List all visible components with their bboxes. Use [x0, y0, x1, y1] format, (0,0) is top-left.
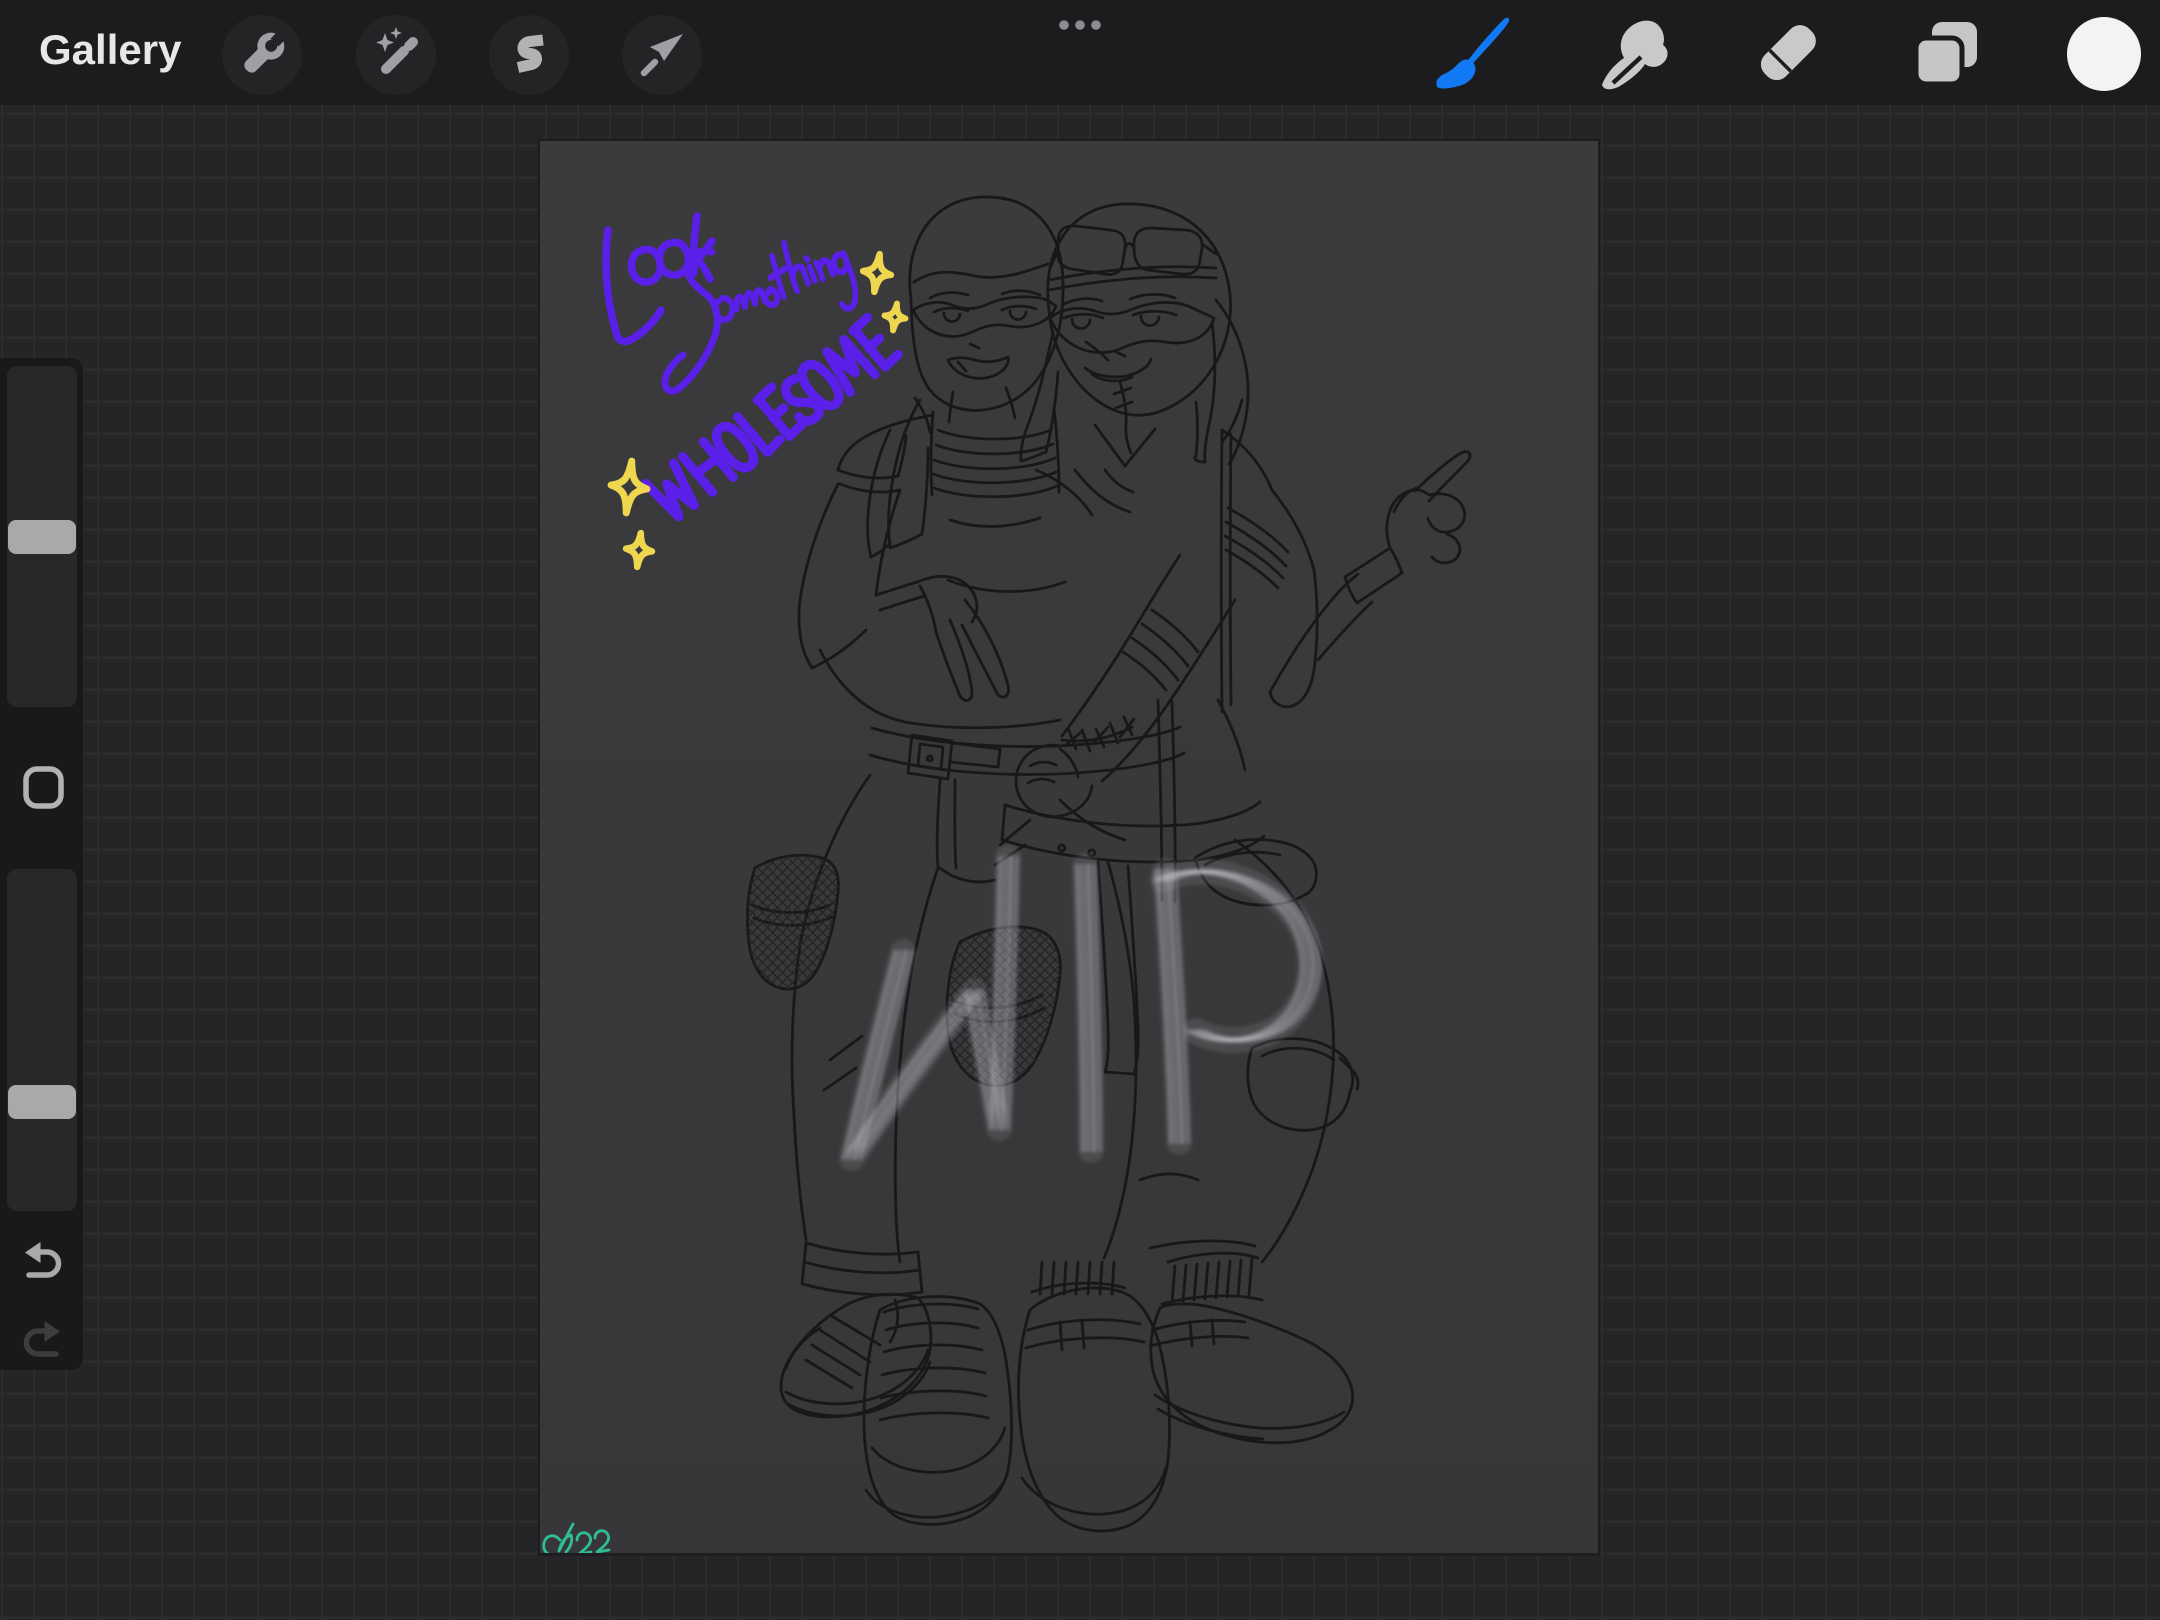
svg-text:Gallery: Gallery: [39, 26, 182, 73]
